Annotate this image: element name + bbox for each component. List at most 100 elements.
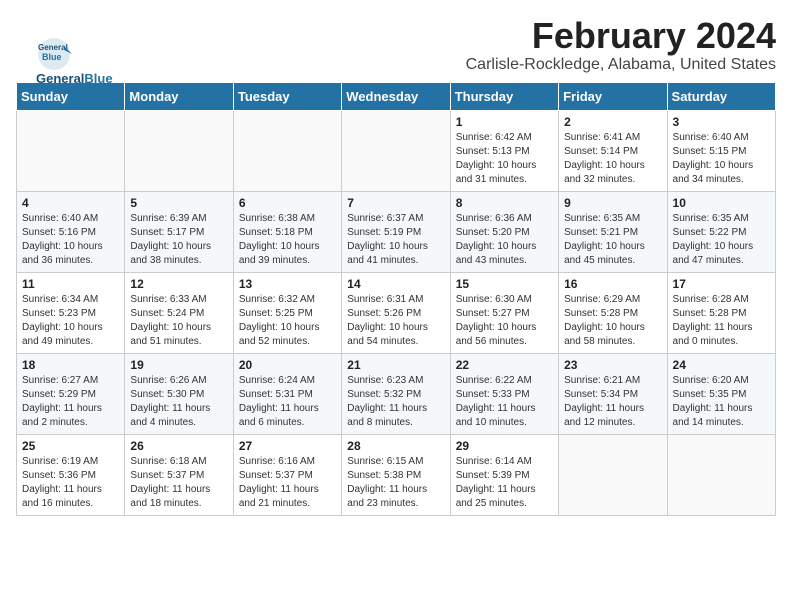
svg-text:General: General — [38, 43, 68, 52]
calendar-cell: 8 Sunrise: 6:36 AMSunset: 5:20 PMDaylight… — [450, 191, 558, 272]
calendar-cell: 13Sunrise: 6:32 AMSunset: 5:25 PMDayligh… — [233, 272, 341, 353]
calendar-cell: 24 Sunrise: 6:20 AMSunset: 5:35 PMDayligh… — [667, 353, 775, 434]
month-year-title: February 2024 — [16, 16, 776, 56]
day-number: 14 — [347, 277, 444, 291]
day-number: 29 — [456, 439, 553, 453]
calendar-cell: 22Sunrise: 6:22 AMSunset: 5:33 PMDayligh… — [450, 353, 558, 434]
calendar-cell: 1Sunrise: 6:42 AMSunset: 5:13 PMDaylight… — [450, 110, 558, 191]
day-info: Sunrise: 6:14 AMSunset: 5:39 PMDaylight:… — [456, 455, 553, 511]
day-info: Sunrise: 6:35 AMSunset: 5:22 PMDaylight:… — [673, 212, 770, 268]
day-info: Sunrise: 6:37 AMSunset: 5:19 PMDaylight:… — [347, 212, 444, 268]
calendar-week-row: 25 Sunrise: 6:19 AMSunset: 5:36 PMDayligh… — [17, 434, 776, 515]
day-header-friday: Friday — [559, 82, 667, 110]
day-number: 4 — [22, 196, 119, 210]
calendar-week-row: 18 Sunrise: 6:27 AMSunset: 5:29 PMDayligh… — [17, 353, 776, 434]
calendar-cell — [342, 110, 450, 191]
day-number: 20 — [239, 358, 336, 372]
day-number: 24 — [673, 358, 770, 372]
calendar-cell: 9 Sunrise: 6:35 AMSunset: 5:21 PMDaylight… — [559, 191, 667, 272]
calendar-cell: 7 Sunrise: 6:37 AMSunset: 5:19 PMDaylight… — [342, 191, 450, 272]
day-info: Sunrise: 6:20 AMSunset: 5:35 PMDaylight:… — [673, 374, 770, 430]
calendar-cell — [233, 110, 341, 191]
day-number: 1 — [456, 115, 553, 129]
day-number: 17 — [673, 277, 770, 291]
calendar-cell: 26 Sunrise: 6:18 AMSunset: 5:37 PMDayligh… — [125, 434, 233, 515]
calendar-week-row: 11 Sunrise: 6:34 AMSunset: 5:23 PMDayligh… — [17, 272, 776, 353]
day-info: Sunrise: 6:35 AMSunset: 5:21 PMDaylight:… — [564, 212, 661, 268]
svg-text:Blue: Blue — [42, 52, 62, 62]
day-header-thursday: Thursday — [450, 82, 558, 110]
day-header-monday: Monday — [125, 82, 233, 110]
day-number: 28 — [347, 439, 444, 453]
calendar-cell: 18 Sunrise: 6:27 AMSunset: 5:29 PMDayligh… — [17, 353, 125, 434]
day-header-saturday: Saturday — [667, 82, 775, 110]
day-info: Sunrise: 6:36 AMSunset: 5:20 PMDaylight:… — [456, 212, 553, 268]
day-info: Sunrise: 6:21 AMSunset: 5:34 PMDaylight:… — [564, 374, 661, 430]
calendar-cell — [667, 434, 775, 515]
day-info: Sunrise: 6:31 AMSunset: 5:26 PMDaylight:… — [347, 293, 444, 349]
calendar-cell: 28 Sunrise: 6:15 AMSunset: 5:38 PMDayligh… — [342, 434, 450, 515]
calendar-cell — [17, 110, 125, 191]
day-number: 11 — [22, 277, 119, 291]
logo: General Blue GeneralBlue — [36, 36, 113, 85]
day-info: Sunrise: 6:30 AMSunset: 5:27 PMDaylight:… — [456, 293, 553, 349]
day-header-tuesday: Tuesday — [233, 82, 341, 110]
day-number: 9 — [564, 196, 661, 210]
day-number: 15 — [456, 277, 553, 291]
calendar-cell: 2 Sunrise: 6:41 AMSunset: 5:14 PMDaylight… — [559, 110, 667, 191]
day-header-wednesday: Wednesday — [342, 82, 450, 110]
day-info: Sunrise: 6:19 AMSunset: 5:36 PMDaylight:… — [22, 455, 119, 511]
calendar-cell: 10 Sunrise: 6:35 AMSunset: 5:22 PMDayligh… — [667, 191, 775, 272]
day-number: 10 — [673, 196, 770, 210]
day-info: Sunrise: 6:18 AMSunset: 5:37 PMDaylight:… — [130, 455, 227, 511]
day-number: 27 — [239, 439, 336, 453]
calendar-cell: 12Sunrise: 6:33 AMSunset: 5:24 PMDayligh… — [125, 272, 233, 353]
calendar-table: SundayMondayTuesdayWednesdayThursdayFrid… — [16, 82, 776, 516]
day-number: 3 — [673, 115, 770, 129]
day-number: 6 — [239, 196, 336, 210]
calendar-cell: 21Sunrise: 6:23 AMSunset: 5:32 PMDayligh… — [342, 353, 450, 434]
day-info: Sunrise: 6:27 AMSunset: 5:29 PMDaylight:… — [22, 374, 119, 430]
page-header: February 2024 Carlisle-Rockledge, Alabam… — [16, 16, 776, 74]
day-number: 25 — [22, 439, 119, 453]
calendar-cell: 19 Sunrise: 6:26 AMSunset: 5:30 PMDayligh… — [125, 353, 233, 434]
calendar-cell: 15 Sunrise: 6:30 AMSunset: 5:27 PMDayligh… — [450, 272, 558, 353]
day-info: Sunrise: 6:41 AMSunset: 5:14 PMDaylight:… — [564, 131, 661, 187]
day-number: 23 — [564, 358, 661, 372]
calendar-week-row: 1Sunrise: 6:42 AMSunset: 5:13 PMDaylight… — [17, 110, 776, 191]
calendar-cell: 14 Sunrise: 6:31 AMSunset: 5:26 PMDayligh… — [342, 272, 450, 353]
day-info: Sunrise: 6:23 AMSunset: 5:32 PMDaylight:… — [347, 374, 444, 430]
day-info: Sunrise: 6:16 AMSunset: 5:37 PMDaylight:… — [239, 455, 336, 511]
day-number: 16 — [564, 277, 661, 291]
day-number: 22 — [456, 358, 553, 372]
calendar-cell: 4Sunrise: 6:40 AMSunset: 5:16 PMDaylight… — [17, 191, 125, 272]
calendar-cell: 6Sunrise: 6:38 AMSunset: 5:18 PMDaylight… — [233, 191, 341, 272]
day-info: Sunrise: 6:24 AMSunset: 5:31 PMDaylight:… — [239, 374, 336, 430]
day-number: 26 — [130, 439, 227, 453]
calendar-cell: 16 Sunrise: 6:29 AMSunset: 5:28 PMDayligh… — [559, 272, 667, 353]
calendar-cell — [559, 434, 667, 515]
day-info: Sunrise: 6:39 AMSunset: 5:17 PMDaylight:… — [130, 212, 227, 268]
day-info: Sunrise: 6:34 AMSunset: 5:23 PMDaylight:… — [22, 293, 119, 349]
calendar-cell — [125, 110, 233, 191]
day-number: 19 — [130, 358, 227, 372]
day-header-sunday: Sunday — [17, 82, 125, 110]
day-number: 8 — [456, 196, 553, 210]
day-info: Sunrise: 6:32 AMSunset: 5:25 PMDaylight:… — [239, 293, 336, 349]
calendar-cell: 29 Sunrise: 6:14 AMSunset: 5:39 PMDayligh… — [450, 434, 558, 515]
calendar-cell: 17Sunrise: 6:28 AMSunset: 5:28 PMDayligh… — [667, 272, 775, 353]
calendar-week-row: 4Sunrise: 6:40 AMSunset: 5:16 PMDaylight… — [17, 191, 776, 272]
calendar-cell: 25 Sunrise: 6:19 AMSunset: 5:36 PMDayligh… — [17, 434, 125, 515]
day-info: Sunrise: 6:26 AMSunset: 5:30 PMDaylight:… — [130, 374, 227, 430]
day-info: Sunrise: 6:29 AMSunset: 5:28 PMDaylight:… — [564, 293, 661, 349]
day-number: 18 — [22, 358, 119, 372]
calendar-cell: 23 Sunrise: 6:21 AMSunset: 5:34 PMDayligh… — [559, 353, 667, 434]
calendar-cell: 5Sunrise: 6:39 AMSunset: 5:17 PMDaylight… — [125, 191, 233, 272]
day-info: Sunrise: 6:15 AMSunset: 5:38 PMDaylight:… — [347, 455, 444, 511]
day-number: 2 — [564, 115, 661, 129]
logo-general: General — [36, 71, 84, 86]
location-subtitle: Carlisle-Rockledge, Alabama, United Stat… — [16, 56, 776, 74]
calendar-cell: 27 Sunrise: 6:16 AMSunset: 5:37 PMDayligh… — [233, 434, 341, 515]
calendar-cell: 20 Sunrise: 6:24 AMSunset: 5:31 PMDayligh… — [233, 353, 341, 434]
day-number: 7 — [347, 196, 444, 210]
